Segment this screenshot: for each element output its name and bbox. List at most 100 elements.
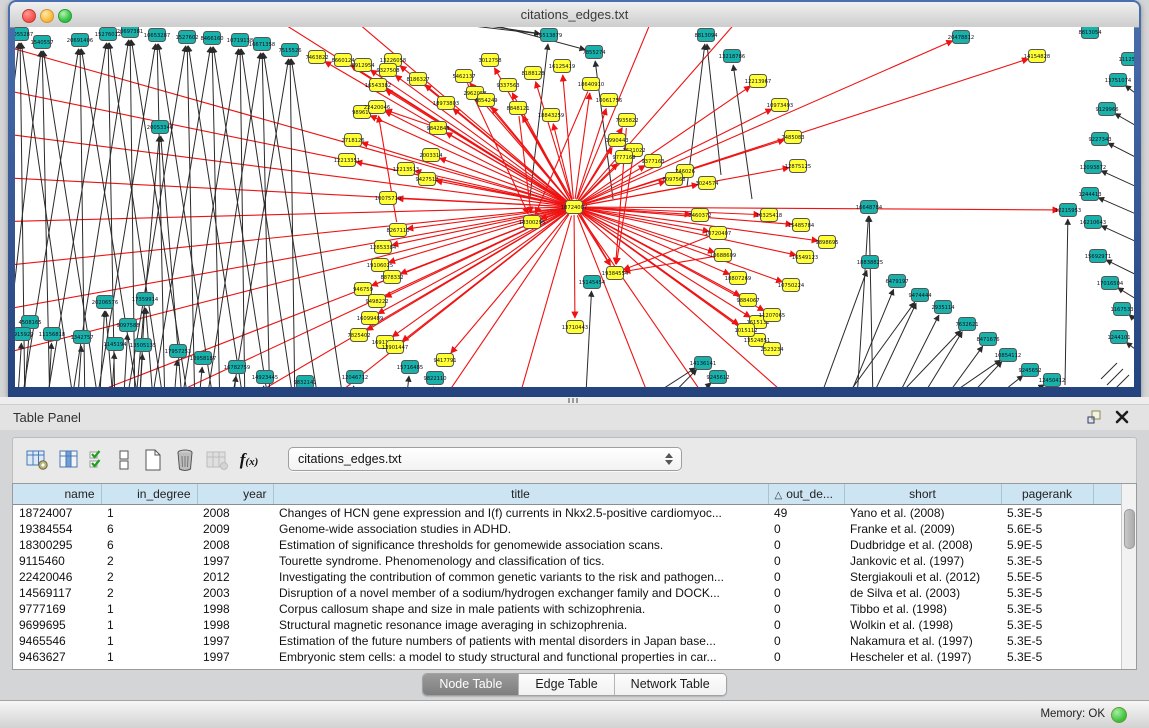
graph-node[interactable]: 14923445 xyxy=(252,371,278,384)
graph-node[interactable]: 1540557 xyxy=(30,36,53,49)
table-row[interactable]: 969969511998Structural magnetic resonanc… xyxy=(13,617,1121,633)
graph-node[interactable]: 13710443 xyxy=(562,321,588,334)
graph-node[interactable]: 16648784 xyxy=(856,201,883,214)
graph-node[interactable]: 10325418 xyxy=(756,209,782,222)
selection-checks-icon[interactable] xyxy=(85,444,111,476)
graph-node[interactable]: 3915929 xyxy=(15,328,34,341)
float-panel-icon[interactable] xyxy=(1085,408,1103,426)
tab-edge-table[interactable]: Edge Table xyxy=(519,674,614,695)
graph-node[interactable]: 10653287 xyxy=(144,29,170,42)
graph-node[interactable]: 9777169 xyxy=(612,151,635,164)
tab-network-table[interactable]: Network Table xyxy=(615,674,726,695)
graph-node[interactable]: 8471676 xyxy=(976,333,999,346)
graph-node[interactable]: 16782759 xyxy=(224,361,250,374)
graph-node[interactable]: 8848121 xyxy=(506,102,529,115)
graph-node[interactable]: 6479197 xyxy=(885,275,908,288)
graph-node[interactable]: 8186327 xyxy=(406,73,429,86)
graph-node[interactable]: 946759 xyxy=(353,283,373,296)
graph-node[interactable]: 1167533 xyxy=(1110,303,1133,316)
graph-node[interactable]: 16125419 xyxy=(549,60,575,73)
graph-node[interactable]: 9327508 xyxy=(376,64,399,77)
graph-node[interactable]: 8912954 xyxy=(351,59,375,72)
graph-node[interactable]: 7485083 xyxy=(781,131,804,144)
graph-node[interactable]: 9227343 xyxy=(1088,133,1111,146)
graph-node[interactable]: 9832141 xyxy=(293,376,316,388)
graph-node[interactable]: 12213967 xyxy=(745,75,771,88)
graph-node[interactable]: 12450412 xyxy=(1039,374,1065,387)
graph-node[interactable]: 9898695 xyxy=(815,236,838,249)
graph-node[interactable]: 9498222 xyxy=(365,295,388,308)
graph-node[interactable]: 9474444 xyxy=(908,289,932,302)
graph-node[interactable]: 16513879 xyxy=(536,29,562,42)
graph-node[interactable]: 10075710 xyxy=(375,192,401,205)
graph-node[interactable]: 2003314 xyxy=(419,149,443,162)
merge-column-icon[interactable] xyxy=(111,444,137,476)
panel-splitter[interactable] xyxy=(0,397,1149,405)
graph-node[interactable]: 9245652 xyxy=(1018,364,1041,377)
column-header-name[interactable]: name xyxy=(13,484,101,505)
column-header-out_de[interactable]: △out_de... xyxy=(768,484,844,505)
table-row[interactable]: 1456911722003Disruption of a novel membe… xyxy=(13,585,1121,601)
graph-node[interactable]: 3024574 xyxy=(695,177,719,190)
graph-node[interactable]: 18838825 xyxy=(857,256,883,269)
graph-node[interactable]: 10750224 xyxy=(778,279,805,292)
graph-node[interactable]: 1112503 xyxy=(1118,53,1134,66)
table-selector[interactable]: citations_edges.txt xyxy=(288,447,682,471)
graph-node[interactable]: 15485784 xyxy=(788,219,815,232)
graph-node[interactable]: 18843259 xyxy=(538,109,564,122)
graph-node[interactable]: 12875125 xyxy=(785,160,811,173)
graph-node[interactable]: 1244413 xyxy=(1078,188,1101,201)
table-row[interactable]: 1872400712008Changes of HCN gene express… xyxy=(13,505,1121,522)
new-column-icon[interactable] xyxy=(137,444,169,476)
graph-node[interactable]: 7460372 xyxy=(688,209,711,222)
graph-node[interactable]: 12213351 xyxy=(334,154,360,167)
graph-node[interactable]: 1015112 xyxy=(734,324,757,337)
graph-node[interactable]: 17359914 xyxy=(132,293,159,306)
table-options-icon[interactable] xyxy=(21,444,53,476)
graph-node[interactable]: 19106025 xyxy=(367,259,393,272)
delete-column-icon[interactable] xyxy=(169,444,201,476)
graph-node[interactable]: 6097568 xyxy=(662,173,685,186)
graph-node[interactable]: 18640910 xyxy=(578,78,604,91)
graph-node[interactable]: 13218786 xyxy=(719,50,745,63)
table-row[interactable]: 1830029562008Estimation of significance … xyxy=(13,537,1121,553)
table-scrollbar[interactable] xyxy=(1121,484,1136,669)
graph-node[interactable]: 9337563 xyxy=(496,79,519,92)
table-row[interactable]: 946554611997Estimation of the future num… xyxy=(13,633,1121,649)
graph-node[interactable]: 10055287 xyxy=(15,28,33,41)
graph-node[interactable]: 8188128 xyxy=(521,67,544,80)
table-row[interactable]: 946362711997Embryonic stem cells: a mode… xyxy=(13,649,1121,665)
graph-node[interactable]: 17957253 xyxy=(165,345,191,358)
network-graph[interactable]: 1872400774638228660124891295413226058932… xyxy=(15,27,1134,387)
delete-table-icon[interactable] xyxy=(201,444,233,476)
graph-node[interactable]: 1145194 xyxy=(103,338,127,351)
graph-node[interactable]: 4854249 xyxy=(474,94,497,107)
graph-node[interactable]: 12215953 xyxy=(1055,204,1081,217)
graph-node[interactable]: 14136141 xyxy=(690,357,716,370)
graph-node[interactable]: 14154828 xyxy=(1024,50,1050,63)
graph-node[interactable]: 9245612 xyxy=(706,371,729,384)
attribute-table[interactable]: namein_degreeyeartitle△out_de...shortpag… xyxy=(13,484,1122,665)
graph-node[interactable]: 12213513 xyxy=(393,163,419,176)
graph-node[interactable]: 18973803 xyxy=(433,97,459,110)
graph-node[interactable]: 2523234 xyxy=(760,343,784,356)
graph-node[interactable]: 2935114 xyxy=(931,301,955,314)
graph-node[interactable]: 10854112 xyxy=(995,349,1021,362)
graph-node[interactable]: 7463822 xyxy=(305,51,328,64)
table-row[interactable]: 911546021997Tourette syndrome. Phenomeno… xyxy=(13,553,1121,569)
close-panel-icon[interactable] xyxy=(1113,408,1131,426)
graph-node[interactable]: 9884067 xyxy=(736,294,759,307)
graph-node[interactable]: 9427512 xyxy=(415,173,438,186)
graph-node[interactable]: 7855274 xyxy=(582,46,606,59)
graph-node[interactable]: 9417791 xyxy=(433,354,456,367)
table-row[interactable]: 2242004622012Investigating the contribut… xyxy=(13,569,1121,585)
graph-node[interactable]: 4508165 xyxy=(18,316,41,329)
graph-node[interactable]: 8267110 xyxy=(386,224,409,237)
window-titlebar[interactable]: citations_edges.txt xyxy=(10,2,1139,28)
scrollbar-thumb[interactable] xyxy=(1124,509,1135,549)
graph-node[interactable]: 9097588 xyxy=(116,319,139,332)
graph-node[interactable]: 15716485 xyxy=(397,361,423,374)
column-visibility-icon[interactable] xyxy=(53,444,85,476)
column-header-year[interactable]: year xyxy=(197,484,273,505)
graph-node[interactable]: 17016504 xyxy=(1097,277,1124,290)
